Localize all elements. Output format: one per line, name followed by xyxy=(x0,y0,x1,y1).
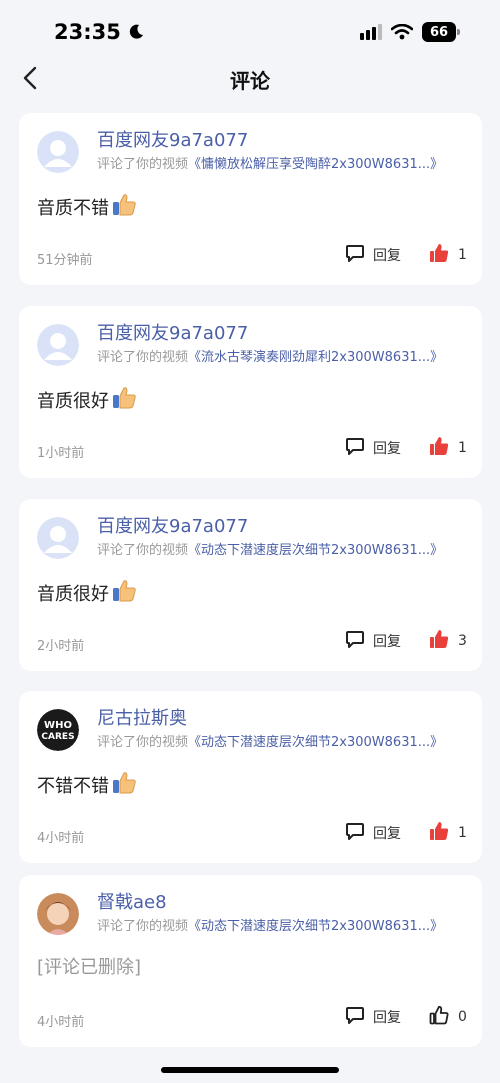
cellular-signal-icon xyxy=(360,24,382,40)
like-button[interactable]: 1 xyxy=(429,243,467,267)
reply-button[interactable]: 回复 xyxy=(345,436,401,460)
reply-button[interactable]: 回复 xyxy=(345,243,401,267)
thumbs-up-icon xyxy=(429,243,449,267)
thumbs-up-icon xyxy=(429,436,449,460)
moon-icon xyxy=(129,24,143,39)
like-count: 3 xyxy=(458,633,467,649)
username[interactable]: 百度网友9a7a077 xyxy=(97,126,248,152)
thumbs-up-emoji-icon xyxy=(111,769,137,800)
comment-body: 音质很好 xyxy=(37,390,109,412)
comment-time: 4小时前 xyxy=(37,831,85,846)
comment-body: [评论已删除] xyxy=(37,957,142,978)
username[interactable]: 百度网友9a7a077 xyxy=(97,512,248,538)
comment-time: 2小时前 xyxy=(37,639,85,654)
username[interactable]: 尼古拉斯奥 xyxy=(97,704,187,730)
like-count: 1 xyxy=(458,825,467,841)
like-button[interactable]: 3 xyxy=(429,629,467,653)
comment-context: 评论了你的视频《动态下潜速度层次细节2x300W8631...》 xyxy=(97,915,467,934)
commented-prefix: 评论了你的视频 xyxy=(97,543,189,558)
reply-label: 回复 xyxy=(373,1010,401,1026)
page-title: 评论 xyxy=(230,69,270,93)
avatar[interactable] xyxy=(37,131,79,173)
like-button[interactable]: 1 xyxy=(429,821,467,845)
video-link[interactable]: 《流水古琴演奏刚劲犀利2x300W8631...》 xyxy=(188,350,443,365)
username[interactable]: 督戟ae8 xyxy=(97,888,167,914)
comment-time: 51分钟前 xyxy=(37,253,93,268)
home-indicator[interactable] xyxy=(161,1067,339,1073)
like-count: 0 xyxy=(458,1009,467,1025)
comment-context: 评论了你的视频《流水古琴演奏刚劲犀利2x300W8631...》 xyxy=(97,346,467,365)
comment-time: 1小时前 xyxy=(37,446,85,461)
thumbs-up-emoji-icon xyxy=(111,191,137,222)
like-count: 1 xyxy=(458,440,467,456)
comment-bubble-icon xyxy=(345,629,365,653)
comment-card[interactable]: 百度网友9a7a077 评论了你的视频《流水古琴演奏刚劲犀利2x300W8631.… xyxy=(19,306,482,478)
thumbs-up-emoji-icon xyxy=(111,384,137,415)
comment-text: [评论已删除] xyxy=(37,953,141,979)
comment-text: 音质很好 xyxy=(37,577,137,608)
comment-card[interactable]: 督戟ae8 评论了你的视频《动态下潜速度层次细节2x300W8631...》 [评论… xyxy=(19,875,482,1047)
battery-level: 66 xyxy=(429,24,449,40)
comment-body: 音质不错 xyxy=(37,197,109,219)
video-link[interactable]: 《慵懒放松解压享受陶醉2x300W8631...》 xyxy=(188,157,443,172)
reply-label: 回复 xyxy=(373,634,401,650)
reply-label: 回复 xyxy=(373,248,401,264)
comment-body: 音质很好 xyxy=(37,583,109,605)
comment-bubble-icon xyxy=(345,243,365,267)
like-count: 1 xyxy=(458,247,467,263)
battery-indicator: 66 xyxy=(422,22,460,42)
commented-prefix: 评论了你的视频 xyxy=(97,919,189,934)
comment-context: 评论了你的视频《慵懒放松解压享受陶醉2x300W8631...》 xyxy=(97,153,467,172)
comment-text: 音质很好 xyxy=(37,384,137,415)
reply-label: 回复 xyxy=(373,826,401,842)
comment-bubble-icon xyxy=(345,1005,365,1029)
reply-label: 回复 xyxy=(373,441,401,457)
commented-prefix: 评论了你的视频 xyxy=(97,735,189,750)
comment-card[interactable]: 百度网友9a7a077 评论了你的视频《慵懒放松解压享受陶醉2x300W8631.… xyxy=(19,113,482,285)
nav-bar: 评论 xyxy=(0,56,500,100)
battery-cap xyxy=(457,29,460,35)
username[interactable]: 百度网友9a7a077 xyxy=(97,319,248,345)
comment-body: 不错不错 xyxy=(37,775,109,797)
reply-button[interactable]: 回复 xyxy=(345,629,401,653)
comment-time: 4小时前 xyxy=(37,1015,85,1030)
commented-prefix: 评论了你的视频 xyxy=(97,350,189,365)
status-icons: 66 xyxy=(360,22,460,42)
video-link[interactable]: 《动态下潜速度层次细节2x300W8631...》 xyxy=(188,919,443,934)
avatar[interactable] xyxy=(37,324,79,366)
thumbs-up-icon xyxy=(429,821,449,845)
reply-button[interactable]: 回复 xyxy=(345,821,401,845)
reply-button[interactable]: 回复 xyxy=(345,1005,401,1029)
like-button[interactable]: 1 xyxy=(429,436,467,460)
comment-card[interactable]: WHO CARES 尼古拉斯奥 评论了你的视频《动态下潜速度层次细节2x300W863… xyxy=(19,691,482,863)
comment-text: 不错不错 xyxy=(37,769,137,800)
avatar[interactable]: WHO CARES xyxy=(37,709,79,751)
avatar[interactable] xyxy=(37,517,79,559)
avatar[interactable] xyxy=(37,893,79,935)
thumbs-up-icon xyxy=(429,629,449,653)
like-button[interactable]: 0 xyxy=(429,1005,467,1029)
thumbs-up-emoji-icon xyxy=(111,577,137,608)
video-link[interactable]: 《动态下潜速度层次细节2x300W8631...》 xyxy=(188,735,443,750)
comment-bubble-icon xyxy=(345,436,365,460)
video-link[interactable]: 《动态下潜速度层次细节2x300W8631...》 xyxy=(188,543,443,558)
comment-text: 音质不错 xyxy=(37,191,137,222)
status-time: 23:35 xyxy=(54,20,145,44)
comment-context: 评论了你的视频《动态下潜速度层次细节2x300W8631...》 xyxy=(97,539,467,558)
thumbs-up-icon xyxy=(429,1005,449,1029)
wifi-icon xyxy=(391,24,413,40)
svg-text:WHO: WHO xyxy=(44,720,72,731)
commented-prefix: 评论了你的视频 xyxy=(97,157,189,172)
svg-text:CARES: CARES xyxy=(41,732,74,742)
status-time-text: 23:35 xyxy=(54,20,121,44)
comment-bubble-icon xyxy=(345,821,365,845)
comment-context: 评论了你的视频《动态下潜速度层次细节2x300W8631...》 xyxy=(97,731,467,750)
comment-card[interactable]: 百度网友9a7a077 评论了你的视频《动态下潜速度层次细节2x300W8631.… xyxy=(19,499,482,671)
